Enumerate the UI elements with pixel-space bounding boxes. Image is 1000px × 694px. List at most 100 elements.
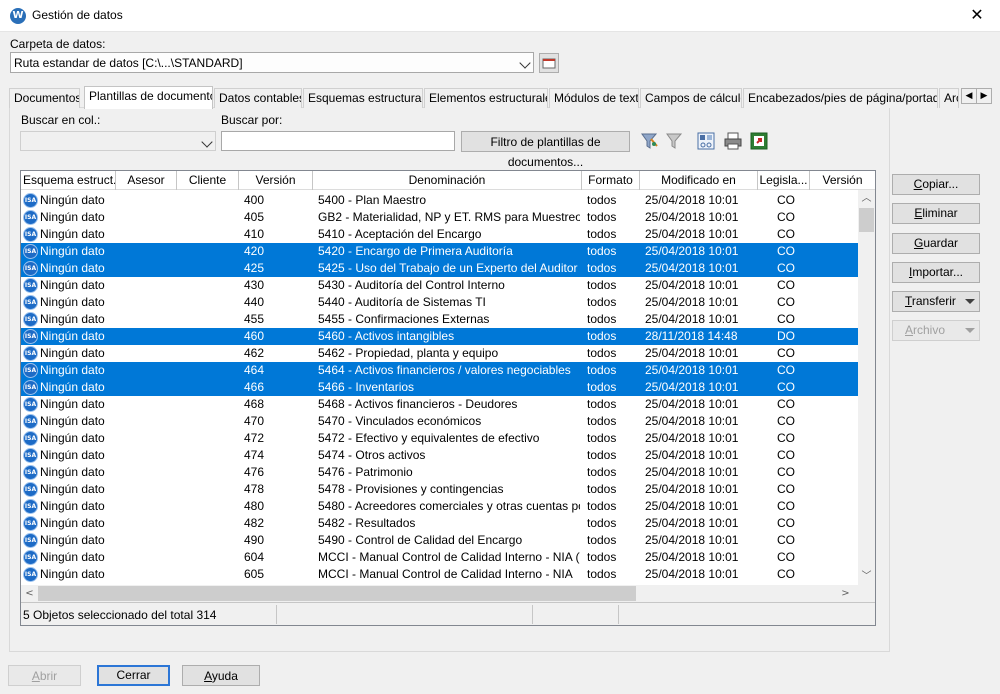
importar-button[interactable]: Importar... [892,262,980,283]
table-row[interactable]: ISA Ningún dato 464 5464 - Activos financie… [21,362,859,379]
data-folder-label: Carpeta de datos: [10,37,106,51]
col-denominacion[interactable]: Denominación [313,171,582,190]
table-row[interactable]: ISA Ningún dato 400 5400 - Plan Maestro todo… [21,192,859,209]
col-modificado[interactable]: Modificado en [640,171,758,190]
cell-denominacion: 5472 - Efectivo y equivalentes de efecti… [318,431,540,445]
col-legislacion[interactable]: Legisla... [758,171,810,190]
cell-formato: todos [587,414,617,428]
tab-datos-contables[interactable]: Datos contables [214,88,302,108]
isa-document-icon: ISA [23,533,38,548]
isa-document-icon: ISA [23,210,38,225]
cell-denominacion: 5482 - Resultados [318,516,416,530]
cell-version: 490 [244,533,265,547]
search-input[interactable] [221,131,455,151]
table-row[interactable]: ISA Ningún dato 468 5468 - Activos financie… [21,396,859,413]
cell-esquema: Ningún dato [40,397,105,411]
horizontal-scroll-thumb[interactable] [38,586,636,601]
cell-modificado: 25/04/2018 10:01 [645,380,739,394]
vertical-scrollbar[interactable]: ︿ ﹀ [858,190,875,590]
table-row[interactable]: ISA Ningún dato 430 5430 - Auditoría del Co… [21,277,859,294]
cell-legislacion: CO [777,278,795,292]
table-row[interactable]: ISA Ningún dato 605 MCCI - Manual Control d… [21,566,859,583]
table-row[interactable]: ISA Ningún dato 470 5470 - Vinculados econó… [21,413,859,430]
col-cliente[interactable]: Cliente [177,171,239,190]
table-row[interactable]: ISA Ningún dato 425 5425 - Uso del Trabajo … [21,260,859,277]
table-row[interactable]: ISA Ningún dato 472 5472 - Efectivo y equiv… [21,430,859,447]
cell-denominacion: 5474 - Otros activos [318,448,426,462]
chevron-down-icon [519,57,531,69]
close-icon[interactable]: ✕ [954,0,1000,32]
col-formato[interactable]: Formato [582,171,640,190]
col-version-2[interactable]: Versión [810,171,875,190]
table-row[interactable]: ISA Ningún dato 410 5410 - Aceptación del E… [21,226,859,243]
cell-formato: todos [587,193,617,207]
search-column-select[interactable] [20,131,216,151]
copiar-button[interactable]: Copiar... [892,174,980,195]
cell-denominacion: 5460 - Activos intangibles [318,329,455,343]
horizontal-scrollbar[interactable]: < > [21,585,859,602]
tab-plantillas-de-documentos[interactable]: Plantillas de documentos [84,86,213,109]
table-row[interactable]: ISA Ningún dato 440 5440 - Auditoría de Sis… [21,294,859,311]
scroll-up-icon[interactable]: ︿ [858,190,875,207]
table-row[interactable]: ISA Ningún dato 462 5462 - Propiedad, plant… [21,345,859,362]
table-row[interactable]: ISA Ningún dato 478 5478 - Provisiones y co… [21,481,859,498]
template-filter-button[interactable]: Filtro de plantillas de documentos... [461,131,630,169]
cell-denominacion: 5478 - Provisiones y contingencias [318,482,504,496]
templates-table[interactable]: Esquema estruct... Asesor Cliente Versió… [20,170,876,626]
col-version[interactable]: Versión [239,171,313,190]
cerrar-button[interactable]: Cerrar [97,665,170,686]
tab-scroll-left-icon[interactable]: ◀ [961,88,977,104]
cell-formato: todos [587,363,617,377]
filter-icon[interactable] [640,131,660,151]
table-row[interactable]: ISA Ningún dato 460 5460 - Activos intangib… [21,328,859,345]
cell-denominacion: 5468 - Activos financieros - Deudores [318,397,518,411]
layout-icon[interactable] [696,131,716,151]
table-row[interactable]: ISA Ningún dato 405 GB2 - Materialidad, NP … [21,209,859,226]
cell-formato: todos [587,533,617,547]
table-row[interactable]: ISA Ningún dato 476 5476 - Patrimonio todos 2… [21,464,859,481]
guardar-button[interactable]: Guardar [892,233,980,254]
cell-esquema: Ningún dato [40,312,105,326]
cell-denominacion: 5490 - Control de Calidad del Encargo [318,533,523,547]
cell-esquema: Ningún dato [40,482,105,496]
abrir-button: Abrir [8,665,81,686]
export-icon[interactable] [749,131,769,151]
data-folder-combo[interactable]: Ruta estandar de datos [C:\...\STANDARD] [10,52,534,73]
table-row[interactable]: ISA Ningún dato 604 MCCI - Manual Control d… [21,549,859,566]
tab-esquemas-estructurales[interactable]: Esquemas estructurales [303,88,423,108]
table-row[interactable]: ISA Ningún dato 474 5474 - Otros activos tod… [21,447,859,464]
scroll-right-icon[interactable]: > [837,585,854,602]
vertical-scroll-thumb[interactable] [859,208,874,232]
table-row[interactable]: ISA Ningún dato 466 5466 - Inventarios todos… [21,379,859,396]
scroll-down-icon[interactable]: ﹀ [858,568,875,585]
table-row[interactable]: ISA Ningún dato 482 5482 - Resultados todos 2… [21,515,859,532]
eliminar-button[interactable]: Eliminar [892,203,980,224]
col-asesor[interactable]: Asesor [116,171,177,190]
table-row[interactable]: ISA Ningún dato 480 5480 - Acreedores comer… [21,498,859,515]
tab-elementos-estructurales[interactable]: Elementos estructurales [424,88,548,108]
tab-campos-de-calculo[interactable]: Campos de cálculo [640,88,742,108]
col-esquema[interactable]: Esquema estruct... [21,171,116,190]
chevron-down-icon [201,136,213,148]
scroll-left-icon[interactable]: < [21,585,38,602]
table-row[interactable]: ISA Ningún dato 455 5455 - Confirmaciones E… [21,311,859,328]
print-icon[interactable] [723,131,743,151]
tab-encabezados[interactable]: Encabezados/pies de página/portadas [743,88,938,108]
table-row[interactable]: ISA Ningún dato 420 5420 - Encargo de Prime… [21,243,859,260]
cell-modificado: 25/04/2018 10:01 [645,499,739,513]
isa-document-icon: ISA [23,227,38,242]
tab-documentos[interactable]: Documentos [9,88,80,108]
cell-esquema: Ningún dato [40,516,105,530]
filter-off-icon[interactable] [664,131,684,151]
ayuda-button[interactable]: Ayuda [182,665,260,686]
cell-esquema: Ningún dato [40,380,105,394]
tab-archivo-truncated[interactable]: Arc [939,88,959,108]
tab-modulos-de-texto[interactable]: Módulos de texto [549,88,639,108]
transferir-button[interactable]: Transferir [892,291,980,312]
tab-scroll-right-icon[interactable]: ▶ [976,88,992,104]
isa-document-icon: ISA [23,550,38,565]
cell-version: 604 [244,550,265,564]
browse-folder-button[interactable] [539,53,559,73]
cell-formato: todos [587,380,617,394]
table-row[interactable]: ISA Ningún dato 490 5490 - Control de Calid… [21,532,859,549]
